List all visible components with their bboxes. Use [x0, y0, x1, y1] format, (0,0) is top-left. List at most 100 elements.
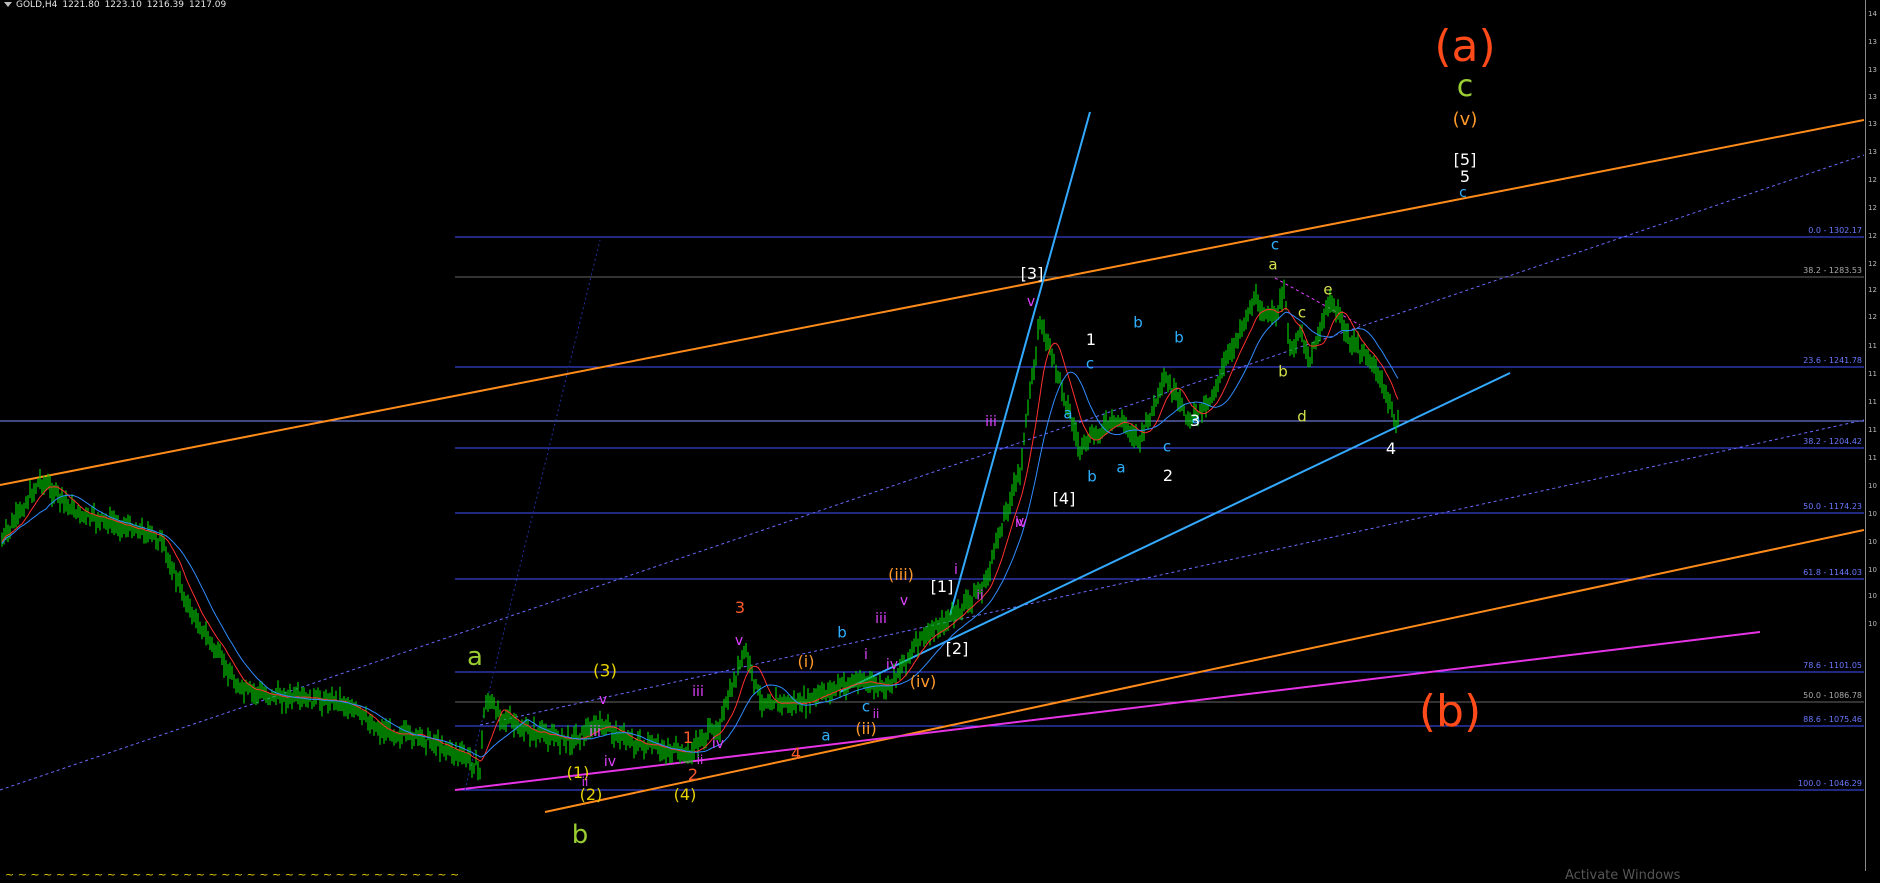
wave-label: v — [734, 633, 744, 649]
wave-label: (iii) — [888, 565, 914, 584]
wave-label: v — [1015, 514, 1025, 530]
wave-label: 1 — [1085, 330, 1097, 349]
wave-label: b — [571, 820, 589, 850]
price-axis[interactable]: 14 13 13 13 13 13 12 12 12 12 12 12 11 11 11 11 11 10 10 10… — [1865, 0, 1880, 871]
wave-label: a — [1063, 404, 1073, 423]
price-tick: 14 — [1868, 10, 1877, 18]
price-tick: 11 — [1868, 454, 1877, 462]
wave-label: 2 — [687, 765, 699, 784]
wave-label: (4) — [673, 785, 697, 804]
wave-label: [1] — [930, 577, 954, 596]
wave-label: e — [1323, 280, 1333, 299]
trend-lines — [0, 111, 1864, 813]
fib-level-label: 78.6 - 1101.05 — [1803, 661, 1862, 670]
wave-label: i — [864, 647, 868, 663]
wave-label: b — [1278, 362, 1288, 381]
price-tick: 12 — [1868, 313, 1877, 321]
wave-label: iii — [875, 611, 887, 627]
price-tick: 10 — [1868, 538, 1877, 546]
wave-label: c — [1270, 235, 1280, 254]
fib-level-label: 0.0 - 1302.17 — [1808, 226, 1862, 235]
fib-level-label: 50.0 - 1086.78 — [1803, 691, 1862, 700]
price-tick: 10 — [1868, 510, 1877, 518]
wave-label: 5 — [1459, 167, 1471, 186]
wave-label: v — [1026, 294, 1036, 310]
wave-label: c — [1162, 437, 1172, 456]
price-tick: 11 — [1868, 370, 1877, 378]
wave-label: iv — [603, 754, 617, 770]
wave-label: a — [467, 642, 483, 672]
wave-label: 3 — [734, 598, 746, 617]
wave-label: v — [899, 593, 909, 609]
wave-label: iii — [985, 414, 997, 430]
price-tick: 10 — [1868, 566, 1877, 574]
wave-label: [5] — [1453, 150, 1477, 169]
wave-label: (3) — [592, 661, 618, 682]
price-tick: 12 — [1868, 176, 1877, 184]
price-series — [1, 279, 1399, 781]
price-tick: 12 — [1868, 204, 1877, 212]
low-price: 1216.39 — [146, 0, 185, 10]
price-tick: 13 — [1868, 93, 1877, 101]
wave-label: d — [1297, 407, 1307, 426]
wave-label: a — [821, 726, 831, 745]
chart-header: GOLD,H4 1221.80 1223.10 1216.39 1217.09 — [0, 0, 231, 14]
wave-label: (b) — [1418, 686, 1482, 737]
wave-label: b — [1174, 328, 1184, 347]
wave-label: i — [954, 562, 958, 578]
wave-label: ii — [976, 588, 984, 604]
chart-canvas[interactable] — [0, 0, 1864, 871]
wave-label: (a) — [1434, 21, 1496, 72]
fib-level-label: 38.2 - 1204.42 — [1803, 437, 1862, 446]
open-price: 1221.80 — [62, 0, 100, 10]
wave-label: 2 — [1162, 466, 1174, 485]
dropdown-icon[interactable] — [4, 2, 12, 7]
wave-label: iv — [711, 736, 725, 752]
fib-level-label: 88.6 - 1075.46 — [1803, 715, 1862, 724]
price-tick: 13 — [1868, 148, 1877, 156]
wave-label: (2) — [579, 785, 603, 804]
wave-label: c — [1085, 354, 1095, 373]
wave-label: ii — [581, 775, 589, 789]
magenta-trend-line — [454, 631, 1761, 791]
fib-level-label: 50.0 - 1174.23 — [1803, 502, 1862, 511]
wave-label: (iv) — [909, 672, 937, 691]
price-tick: 12 — [1868, 260, 1877, 268]
wave-label: c — [861, 697, 871, 716]
chart-plot-area[interactable]: 0.0 - 1302.17 38.2 - 1283.53 23.6 - 1241.7… — [0, 0, 1864, 871]
price-tick: 12 — [1868, 232, 1877, 240]
wave-label: b — [1087, 467, 1097, 486]
wave-label: c — [1459, 185, 1467, 201]
bottom-annotation-text: ~ ~ ~ ~ ~ ~ ~ ~ ~ ~ ~ ~ ~ ~ ~ ~ ~ ~ ~ ~ … — [5, 871, 460, 881]
dark-blue-line — [464, 239, 601, 791]
price-tick: 10 — [1868, 482, 1877, 490]
wave-label: a — [1268, 255, 1278, 274]
wave-label: (ii) — [855, 719, 877, 738]
price-tick: 10 — [1868, 592, 1877, 600]
high-price: 1223.10 — [104, 0, 142, 10]
wave-label: iii — [589, 724, 601, 740]
wave-label: a — [1116, 458, 1126, 477]
wave-label: b — [1133, 313, 1143, 332]
fibonacci-levels — [0, 236, 1864, 791]
wave-label: (i) — [797, 652, 815, 671]
wave-label: 3 — [1189, 411, 1201, 430]
wave-label: [3] — [1020, 264, 1044, 283]
wave-label: [2] — [945, 639, 969, 658]
price-tick: 11 — [1868, 342, 1877, 350]
wave-label: 1 — [682, 728, 694, 747]
wave-label: 4 — [790, 744, 802, 763]
wave-label: (v) — [1452, 109, 1478, 130]
fib-level-label: 23.6 - 1241.78 — [1803, 356, 1862, 365]
lower-orange-channel — [544, 529, 1864, 813]
wave-label: c — [1456, 69, 1474, 104]
wave-label: ii — [872, 707, 880, 721]
fib-level-label: 100.0 - 1046.29 — [1798, 779, 1862, 788]
price-tick: 13 — [1868, 120, 1877, 128]
price-tick: 11 — [1868, 398, 1877, 406]
wave-label: [4] — [1052, 489, 1076, 508]
wave-label: 4 — [1385, 439, 1397, 458]
magenta-dashed-line — [1274, 277, 1361, 326]
wave-label: c — [1297, 303, 1307, 322]
fib-level-label: 38.2 - 1283.53 — [1803, 266, 1862, 275]
